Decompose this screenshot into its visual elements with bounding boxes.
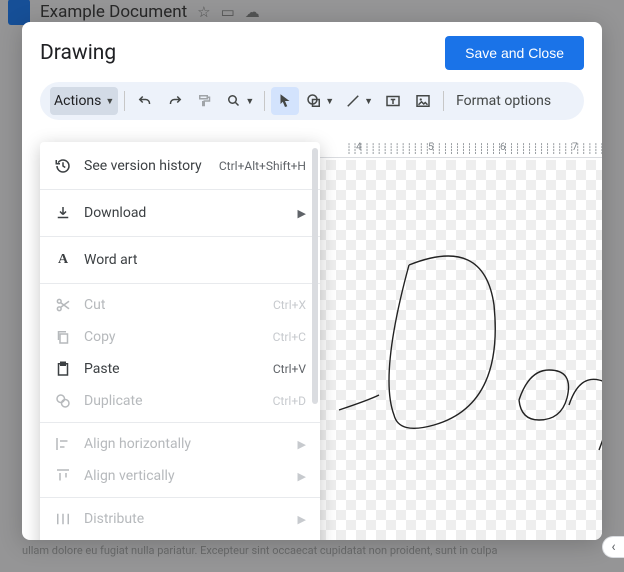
format-options-button[interactable]: Format options [450, 93, 557, 109]
menu-item-download[interactable]: Download ▶ [40, 195, 320, 231]
menu-item-align-horizontal: Align horizontally ▶ [40, 428, 320, 460]
menu-item-cut: Cut Ctrl+X [40, 289, 320, 321]
select-tool[interactable] [271, 87, 299, 115]
menu-divider [40, 189, 320, 190]
line-icon [344, 92, 362, 110]
menu-item-duplicate: Duplicate Ctrl+D [40, 385, 320, 417]
menu-item-distribute: Distribute ▶ [40, 503, 320, 535]
scissors-icon [54, 296, 72, 314]
undo-icon [136, 92, 154, 110]
toolbar-separator [443, 91, 444, 111]
distribute-icon [54, 510, 72, 528]
submenu-arrow-icon: ▶ [298, 470, 306, 483]
menu-scrollbar[interactable] [312, 148, 318, 404]
dialog-title: Drawing [40, 41, 116, 65]
copy-icon [54, 328, 72, 346]
textbox-icon [384, 92, 402, 110]
drawing-toolbar: Actions▼ ▼ ▼ ▼ [40, 82, 584, 120]
menu-divider [40, 497, 320, 498]
toolbar-separator [264, 91, 265, 111]
download-icon [54, 204, 72, 222]
submenu-arrow-icon: ▶ [298, 438, 306, 451]
undo-button[interactable] [131, 87, 159, 115]
redo-icon [166, 92, 184, 110]
submenu-arrow-icon: ▶ [298, 207, 306, 220]
dialog-header: Drawing Save and Close [22, 22, 602, 78]
shape-icon [305, 92, 323, 110]
zoom-dropdown[interactable]: ▼ [221, 87, 258, 115]
save-and-close-button[interactable]: Save and Close [445, 36, 584, 70]
duplicate-icon [54, 392, 72, 410]
actions-dropdown[interactable]: Actions▼ [50, 87, 118, 115]
zoom-icon [225, 92, 243, 110]
align-horizontal-icon [54, 435, 72, 453]
menu-item-copy: Copy Ctrl+C [40, 321, 320, 353]
drawing-dialog: Drawing Save and Close Actions▼ ▼ [22, 22, 602, 540]
align-vertical-icon [54, 467, 72, 485]
submenu-arrow-icon: ▶ [298, 513, 306, 526]
wordart-icon: A [54, 251, 72, 269]
actions-menu: See version history Ctrl+Alt+Shift+H Dow… [40, 142, 320, 540]
toolbar-separator [124, 91, 125, 111]
chevron-left-icon: ‹ [611, 539, 615, 555]
history-icon [54, 157, 72, 175]
cursor-icon [276, 92, 294, 110]
menu-item-word-art[interactable]: A Word art [40, 242, 320, 278]
paint-roller-icon [196, 92, 214, 110]
side-panel-toggle[interactable]: ‹ [602, 536, 624, 558]
redo-button[interactable] [161, 87, 189, 115]
image-button[interactable] [409, 87, 437, 115]
shape-dropdown[interactable]: ▼ [301, 87, 338, 115]
menu-item-paste[interactable]: Paste Ctrl+V [40, 353, 320, 385]
menu-divider [40, 283, 320, 284]
menu-item-version-history[interactable]: See version history Ctrl+Alt+Shift+H [40, 148, 320, 184]
line-dropdown[interactable]: ▼ [340, 87, 377, 115]
clipboard-icon [54, 360, 72, 378]
image-icon [414, 92, 432, 110]
paint-format-button[interactable] [191, 87, 219, 115]
menu-item-align-vertical: Align vertically ▶ [40, 460, 320, 492]
menu-item-rotate: Rotate ▶ [40, 535, 320, 540]
menu-divider [40, 236, 320, 237]
menu-divider [40, 422, 320, 423]
textbox-button[interactable] [379, 87, 407, 115]
